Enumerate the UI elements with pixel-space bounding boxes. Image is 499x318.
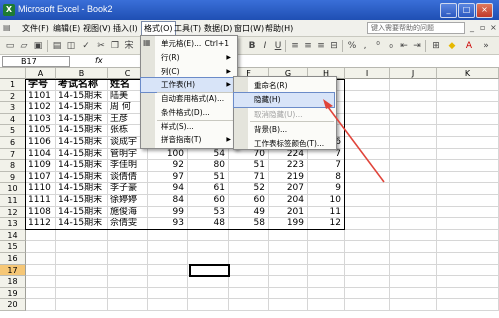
annotation-arrow: [323, 99, 385, 183]
